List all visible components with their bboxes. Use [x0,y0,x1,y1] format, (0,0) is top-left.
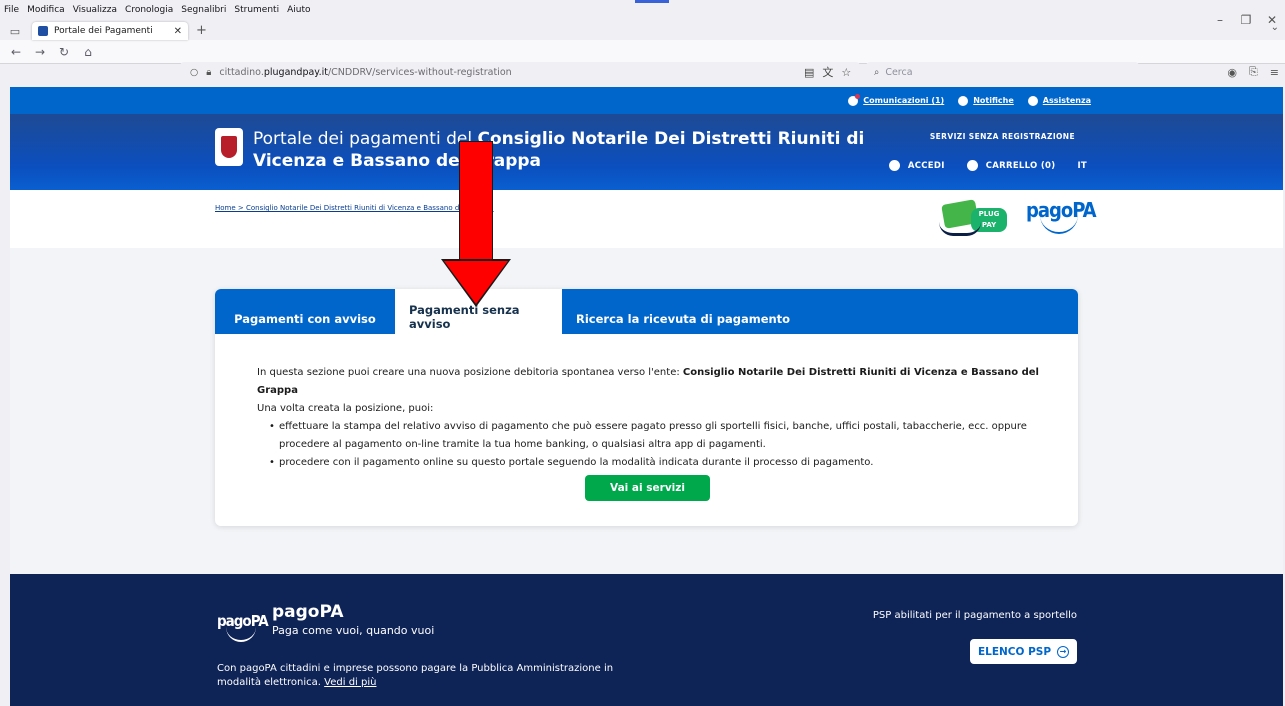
url-actions: ▤ 文 ☆ [804,62,859,82]
notifications-label: Notifiche [973,96,1014,105]
reload-icon[interactable]: ↻ [54,45,74,59]
cart-icon [966,160,978,171]
entity-logo[interactable] [215,128,243,166]
support-label: Assistenza [1042,96,1091,105]
forward-icon[interactable]: → [30,45,50,59]
arrow-right-icon: → [1057,645,1070,658]
pagopa-arc-icon [1040,214,1078,234]
tab-list-icon[interactable]: ▭ [6,22,24,40]
list-item: procedere con il pagamento online su que… [269,454,1078,472]
breadcrumb[interactable]: Home > Consiglio Notarile Dei Distretti … [215,204,494,212]
user-icon [888,160,900,171]
tab-pagamenti-con-avviso[interactable]: Pagamenti con avviso [215,289,395,334]
bell-icon [848,93,861,106]
favicon-icon [38,26,48,36]
menu-cronologia[interactable]: Cronologia [125,5,173,15]
footer-description: Con pagoPA cittadini e imprese possono p… [217,662,647,690]
login-label: ACCEDI [907,160,945,171]
new-tab-icon[interactable]: + [196,22,207,40]
language-selector[interactable]: IT [1077,161,1087,171]
extensions-icon[interactable]: ⎘ [1249,65,1258,79]
tab-ricerca-ricevuta[interactable]: Ricerca la ricevuta di pagamento [562,289,804,334]
translate-icon[interactable]: 文 [822,64,833,80]
see-more-link[interactable]: Vedi di più [324,677,376,688]
then-text: Una volta creata la posizione, puoi: [257,403,434,414]
browser-tab-title: Portale dei Pagamenti [54,26,153,36]
header-actions: ACCEDI CARRELLO (0) IT [867,160,1087,171]
active-tab-label: Pagamenti senza avviso [409,302,520,331]
options-list: effettuare la stampa del relativo avviso… [257,418,1078,472]
payment-tabs: Pagamenti con avviso Pagamenti senza avv… [215,289,1078,334]
login-button[interactable]: ACCEDI [888,160,945,171]
browser-toolbar-right: ◉ ⎘ ≡ [1215,62,1279,82]
browser-tab[interactable]: Portale dei Pagamenti ✕ [32,22,188,40]
bullet1-line1: effettuare la stampa del relativo avviso… [279,421,1027,432]
url-bar[interactable]: ○ 🔒︎ cittadino. plugandpay.it/CNDDRV/serv… [180,62,860,82]
crest-icon [221,136,237,158]
url-domain: plugandpay.it [263,66,328,78]
home-icon[interactable]: ⌂ [78,45,98,59]
url-path: /CNDDRV/services-without-registration [327,66,512,78]
menu-visualizza[interactable]: Visualizza [73,5,117,15]
cart-label: CARRELLO (0) [985,160,1056,171]
menu-modifica[interactable]: Modifica [27,5,65,15]
bullet1-line2: procedere al pagamento on-line tramite l… [279,439,766,450]
menu-file[interactable]: File [4,5,19,15]
browser-navbar: ← → ↻ ⌂ [0,40,1285,64]
page-title: Portale dei pagamenti del Consiglio Nota… [253,128,873,172]
intro-text: In questa sezione puoi creare una nuova … [257,364,1078,400]
browser-menubar: File Modifica Visualizza Cronologia Segn… [0,0,1285,20]
back-icon[interactable]: ← [6,45,26,59]
menu-segnalibri[interactable]: Segnalibri [181,5,226,15]
footer-desc-text: Con pagoPA cittadini e imprese possono p… [217,663,614,688]
close-tab-icon[interactable]: ✕ [174,26,182,37]
breadcrumb-band: Home > Consiglio Notarile Dei Distretti … [10,190,1283,248]
services-without-registration-link[interactable]: SERVIZI SENZA REGISTRAZIONE [930,132,1075,141]
footer-brand: pagoPA [272,602,344,622]
site-footer: pagoPA pagoPA Paga come vuoi, quando vuo… [10,574,1283,706]
list-item: effettuare la stampa del relativo avviso… [269,418,1078,454]
web-page: Comunicazioni (1) Notifiche Assistenza P… [10,87,1283,706]
footer-pagopa-arc-icon [226,626,256,642]
language-label: IT [1077,160,1087,171]
section-description: In questa sezione puoi creare una nuova … [215,334,1078,472]
menu-aiuto[interactable]: Aiuto [287,5,310,15]
reader-view-icon[interactable]: ▤ [804,66,814,79]
browser-tabstrip: ▭ Portale dei Pagamenti ✕ + ⌄ [0,20,1285,40]
cable-icon [939,222,981,236]
support-link[interactable]: Assistenza [1027,95,1091,106]
plugandpay-logo: PLUG PAY [935,198,1011,238]
site-header: Portale dei pagamenti del Consiglio Nota… [10,114,1283,190]
lock-icon[interactable]: 🔒︎ [206,67,211,78]
notifications-link[interactable]: Notifiche [958,95,1014,106]
search-placeholder: Cerca [885,66,913,78]
url-prefix: cittadino. [219,66,264,78]
psp-list-button[interactable]: ELENCO PSP → [970,639,1077,664]
window-indicator [635,0,669,3]
go-to-services-button[interactable]: Vai ai servizi [585,475,710,501]
menu-icon[interactable]: ≡ [1270,66,1279,79]
cart-button[interactable]: CARRELLO (0) [966,160,1056,171]
search-input[interactable]: ⌕ Cerca [866,62,1139,82]
account-icon[interactable]: ◉ [1227,66,1237,79]
utility-bar: Comunicazioni (1) Notifiche Assistenza [10,87,1283,114]
communications-link[interactable]: Comunicazioni (1) [848,93,945,106]
intro-prefix: In questa sezione puoi creare una nuova … [257,367,683,378]
notification-icon [958,95,969,106]
bookmark-star-icon[interactable]: ☆ [841,66,851,79]
psp-button-label: ELENCO PSP [977,645,1052,658]
support-icon [1027,95,1038,106]
tab-pagamenti-senza-avviso[interactable]: Pagamenti senza avviso [395,289,562,334]
shield-icon[interactable]: ○ [190,67,198,78]
communications-label: Comunicazioni (1) [863,96,945,105]
title-prefix: Portale dei pagamenti del [253,129,478,149]
search-icon: ⌕ [874,66,880,78]
chevron-down-icon[interactable]: ⌄ [1271,22,1279,33]
psp-label: PSP abilitati per il pagamento a sportel… [872,610,1077,621]
footer-tagline: Paga come vuoi, quando vuoi [272,624,435,637]
menu-strumenti[interactable]: Strumenti [234,5,279,15]
payment-card: Pagamenti con avviso Pagamenti senza avv… [215,289,1078,526]
